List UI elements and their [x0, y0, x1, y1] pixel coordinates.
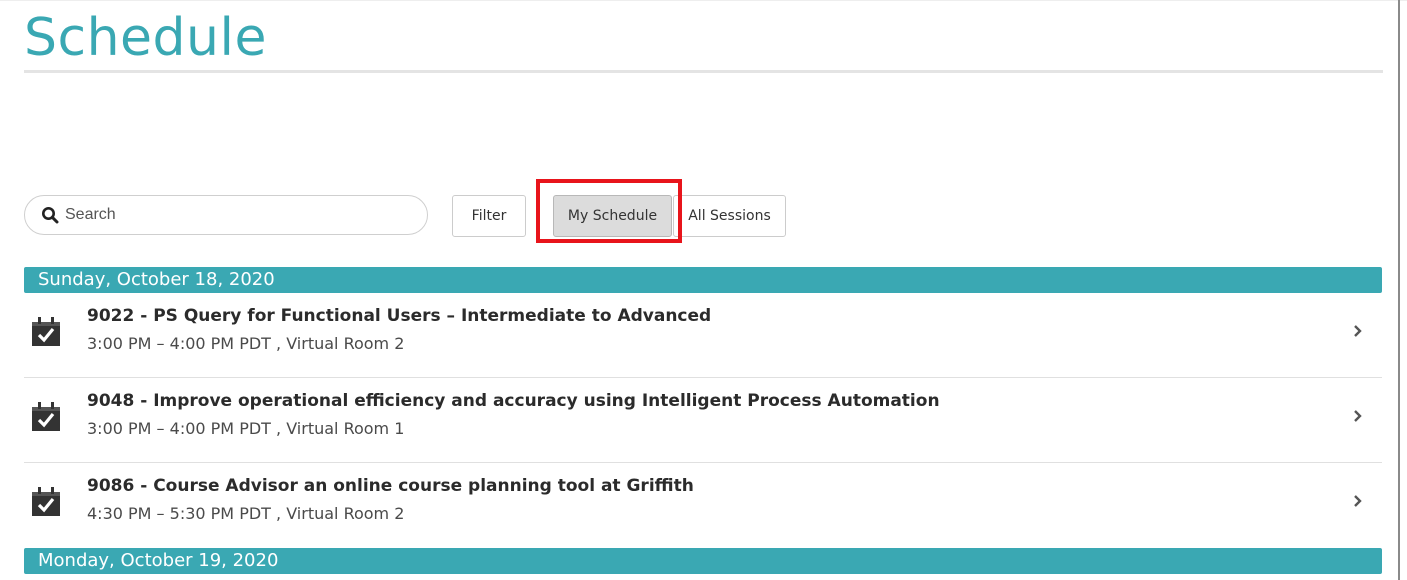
session-time: 3:00 PM – 4:00 PM PDT , Virtual Room 2 — [87, 334, 405, 353]
chevron-right-icon[interactable] — [1352, 322, 1364, 340]
schedule-page: Schedule Search Filter My Schedule All S… — [0, 0, 1407, 580]
scrollbar[interactable] — [1398, 0, 1400, 580]
day-header-monday: Monday, October 19, 2020 — [24, 548, 1382, 574]
session-title: 9048 - Improve operational efficiency an… — [87, 391, 940, 411]
session-title: 9022 - PS Query for Functional Users – I… — [87, 306, 712, 326]
search-icon — [42, 207, 59, 224]
title-divider — [24, 70, 1383, 73]
session-row[interactable]: 9048 - Improve operational efficiency an… — [24, 379, 1382, 463]
all-sessions-button[interactable]: All Sessions — [673, 195, 786, 237]
highlight-box — [536, 179, 682, 243]
session-time: 4:30 PM – 5:30 PM PDT , Virtual Room 2 — [87, 504, 405, 523]
day-header-sunday: Sunday, October 18, 2020 — [24, 267, 1382, 293]
calendar-check-icon — [32, 487, 60, 516]
chevron-right-icon[interactable] — [1352, 492, 1364, 510]
calendar-check-icon — [32, 317, 60, 346]
chevron-right-icon[interactable] — [1352, 407, 1364, 425]
session-row[interactable]: 9022 - PS Query for Functional Users – I… — [24, 294, 1382, 378]
session-title: 9086 - Course Advisor an online course p… — [87, 476, 694, 496]
search-placeholder: Search — [65, 206, 116, 223]
calendar-check-icon — [32, 402, 60, 431]
search-input[interactable]: Search — [24, 195, 428, 235]
page-title: Schedule — [24, 8, 267, 68]
session-row[interactable]: 9086 - Course Advisor an online course p… — [24, 464, 1382, 548]
session-time: 3:00 PM – 4:00 PM PDT , Virtual Room 1 — [87, 419, 405, 438]
top-border — [0, 0, 1407, 1]
filter-button[interactable]: Filter — [452, 195, 526, 237]
